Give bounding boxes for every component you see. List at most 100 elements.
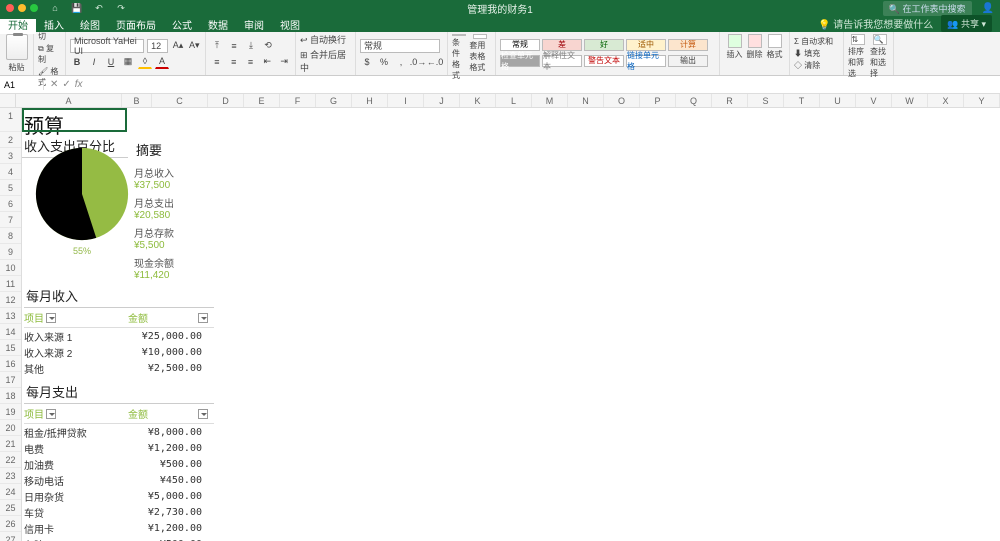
row-header-15[interactable]: 15	[0, 340, 21, 356]
name-box[interactable]: A1	[0, 80, 44, 90]
filter-dropdown-icon[interactable]	[46, 409, 56, 419]
row-header-27[interactable]: 27	[0, 532, 21, 541]
close-icon[interactable]	[6, 4, 14, 12]
enter-formula-icon[interactable]: ✓	[62, 79, 70, 90]
share-button[interactable]: 👥 共享 ▾	[941, 15, 992, 32]
inc-decimal-icon[interactable]: .0→	[411, 55, 425, 69]
table-row[interactable]: 收入来源 2¥10,000.00	[24, 344, 214, 360]
border-button[interactable]: ▦	[121, 55, 135, 69]
table-row[interactable]: 加油费¥500.00	[24, 456, 214, 472]
tell-me[interactable]: 💡 请告诉我您想要做什么	[818, 16, 933, 31]
cell-style-计算[interactable]: 计算	[668, 39, 708, 51]
search-input[interactable]: 🔍 在工作表中搜索	[883, 1, 972, 16]
col-header-J[interactable]: J	[424, 94, 460, 107]
table-row[interactable]: 信用卡¥1,200.00	[24, 520, 214, 536]
col-header-M[interactable]: M	[532, 94, 568, 107]
sort-filter-button[interactable]: ⇅排序和筛选	[848, 34, 867, 73]
row-header-10[interactable]: 10	[0, 260, 21, 276]
table-row[interactable]: 车险¥500.00	[24, 536, 214, 541]
fx-icon[interactable]: fx	[75, 79, 83, 90]
tab-绘图[interactable]: 绘图	[72, 19, 108, 34]
cell-style-链接单元格[interactable]: 链接单元格	[626, 55, 666, 67]
table-row[interactable]: 租金/抵押贷款¥8,000.00	[24, 424, 214, 440]
table-row[interactable]: 车贷¥2,730.00	[24, 504, 214, 520]
col-header-X[interactable]: X	[928, 94, 964, 107]
table-row[interactable]: 收入来源 1¥25,000.00	[24, 328, 214, 344]
font-color-button[interactable]: A	[155, 55, 169, 69]
col-header-Y[interactable]: Y	[964, 94, 1000, 107]
col-header-B[interactable]: B	[122, 94, 152, 107]
row-header-18[interactable]: 18	[0, 388, 21, 404]
fill-color-button[interactable]: ◊	[138, 55, 152, 69]
col-header-Q[interactable]: Q	[676, 94, 712, 107]
user-icon[interactable]: 👤	[982, 3, 994, 14]
increase-font-icon[interactable]: A▴	[171, 39, 184, 53]
row-header-25[interactable]: 25	[0, 500, 21, 516]
indent-dec-icon[interactable]: ⇤	[260, 55, 274, 69]
cell-style-警告文本[interactable]: 警告文本	[584, 55, 624, 67]
paste-icon[interactable]	[6, 34, 28, 60]
copy-button[interactable]: ⧉ 复制	[38, 43, 61, 65]
tab-页面布局[interactable]: 页面布局	[108, 19, 164, 34]
row-header-17[interactable]: 17	[0, 372, 21, 388]
col-header-E[interactable]: E	[244, 94, 280, 107]
format-cells-button[interactable]: 格式	[767, 34, 783, 73]
tab-视图[interactable]: 视图	[272, 19, 308, 34]
col-header-U[interactable]: U	[820, 94, 856, 107]
row-header-12[interactable]: 12	[0, 292, 21, 308]
col-header-A[interactable]: A	[16, 94, 122, 107]
col-header-O[interactable]: O	[604, 94, 640, 107]
filter-dropdown-icon[interactable]	[46, 313, 56, 323]
minimize-icon[interactable]	[18, 4, 26, 12]
row-header-21[interactable]: 21	[0, 436, 21, 452]
paste-button[interactable]: 粘贴	[9, 62, 25, 73]
dec-decimal-icon[interactable]: ←.0	[428, 55, 442, 69]
autosum-button[interactable]: Σ 自动求和	[794, 36, 839, 47]
indent-inc-icon[interactable]: ⇥	[277, 55, 291, 69]
row-header-23[interactable]: 23	[0, 468, 21, 484]
col-header-W[interactable]: W	[892, 94, 928, 107]
col-header-P[interactable]: P	[640, 94, 676, 107]
row-header-6[interactable]: 6	[0, 196, 21, 212]
select-all-corner[interactable]	[0, 94, 16, 107]
align-center-icon[interactable]: ≡	[227, 55, 241, 69]
col-header-C[interactable]: C	[152, 94, 208, 107]
cell-styles-gallery[interactable]: 常规差好适中计算检查单元格解释性文本警告文本链接单元格输出	[496, 32, 720, 75]
col-header-S[interactable]: S	[748, 94, 784, 107]
row-header-14[interactable]: 14	[0, 324, 21, 340]
align-left-icon[interactable]: ≡	[210, 55, 224, 69]
home-icon[interactable]: ⌂	[48, 1, 62, 15]
row-header-7[interactable]: 7	[0, 212, 21, 228]
col-header-H[interactable]: H	[352, 94, 388, 107]
merge-button[interactable]: ⊞ 合并后居中	[300, 48, 351, 74]
tab-公式[interactable]: 公式	[164, 19, 200, 34]
row-header-1[interactable]: 1	[0, 108, 21, 132]
delete-cells-button[interactable]: 删除	[747, 34, 763, 73]
col-header-L[interactable]: L	[496, 94, 532, 107]
col-header-V[interactable]: V	[856, 94, 892, 107]
filter-dropdown-icon[interactable]	[198, 409, 208, 419]
font-name-select[interactable]: Microsoft YaHei UI	[70, 39, 144, 53]
align-right-icon[interactable]: ≡	[244, 55, 258, 69]
row-header-4[interactable]: 4	[0, 164, 21, 180]
worksheet[interactable]: 1234567891011121314151617181920212223242…	[0, 108, 1000, 541]
undo-icon[interactable]: ↶	[92, 1, 106, 15]
align-bottom-icon[interactable]: ⤓	[244, 39, 258, 53]
row-header-16[interactable]: 16	[0, 356, 21, 372]
row-header-9[interactable]: 9	[0, 244, 21, 260]
cell-style-解释性文本[interactable]: 解释性文本	[542, 55, 582, 67]
table-row[interactable]: 日用杂货¥5,000.00	[24, 488, 214, 504]
row-header-11[interactable]: 11	[0, 276, 21, 292]
tab-审阅[interactable]: 审阅	[236, 19, 272, 34]
find-select-button[interactable]: 🔍查找和选择	[870, 34, 889, 73]
cell-style-好[interactable]: 好	[584, 39, 624, 51]
tab-插入[interactable]: 插入	[36, 19, 72, 34]
row-header-8[interactable]: 8	[0, 228, 21, 244]
row-header-22[interactable]: 22	[0, 452, 21, 468]
cell-style-输出[interactable]: 输出	[668, 55, 708, 67]
col-header-F[interactable]: F	[280, 94, 316, 107]
percent-icon[interactable]: %	[377, 55, 391, 69]
row-header-3[interactable]: 3	[0, 148, 21, 164]
row-header-5[interactable]: 5	[0, 180, 21, 196]
pie-chart[interactable]: 55%	[34, 146, 130, 256]
